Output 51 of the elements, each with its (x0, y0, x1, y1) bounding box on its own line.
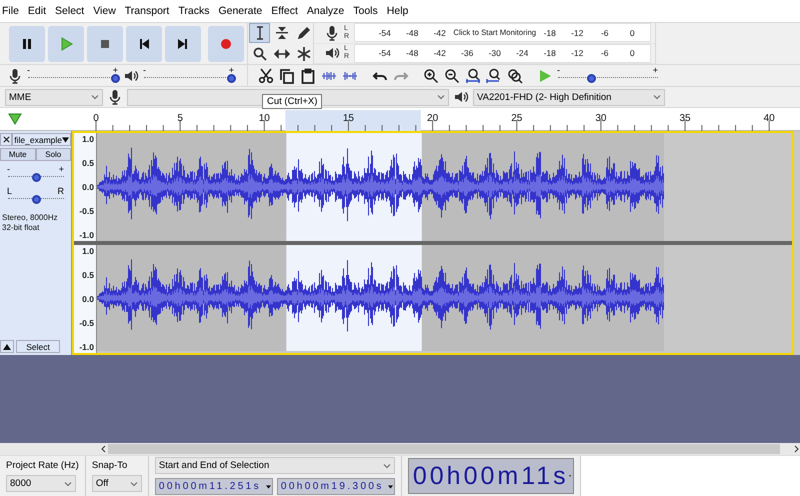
slider-max-label: R (58, 186, 64, 196)
meter-scale-label: -42 (432, 28, 447, 38)
meter-scale-label: 0 (628, 48, 636, 58)
ruler-label: 35 (679, 113, 691, 124)
slider-min-label: - (27, 64, 30, 74)
track-info-text: Stereo, 8000Hz (1, 213, 59, 223)
meter-scale-label: -6 (600, 48, 610, 58)
meter-scale-label: -6 (600, 28, 610, 38)
slider-max-label: + (112, 64, 118, 74)
scale-label: -1.0 (79, 342, 94, 352)
meter-scale-label: -36 (460, 48, 474, 58)
ruler-label: 25 (511, 113, 522, 124)
meter-scale-label: -48 (405, 28, 420, 38)
meter-scale-label: -30 (488, 48, 502, 58)
slider-max-label: + (652, 64, 658, 74)
ruler-label: 0 (93, 113, 99, 124)
ruler-label: 5 (177, 113, 183, 124)
scale-label: -0.5 (79, 206, 94, 216)
meter-scale-label: 0 (628, 28, 636, 38)
slider-min-label: - (143, 64, 146, 74)
scale-label: -1.0 (79, 230, 94, 240)
scale-label: -0.5 (79, 318, 94, 328)
meter-scale-label: -18 (542, 48, 557, 58)
scale-label: 1.0 (82, 246, 94, 256)
slider-min-label: - (557, 64, 560, 74)
scale-label: 1.0 (82, 134, 94, 144)
meter-scale-label: -12 (570, 48, 584, 58)
tooltip: Cut (Ctrl+X) (262, 94, 322, 109)
scale-label: 0.0 (82, 294, 94, 304)
meter-scale-label: -42 (432, 48, 447, 58)
ruler-label: 10 (258, 113, 270, 124)
meter-scale-label: -48 (405, 48, 420, 58)
ruler-label: 40 (764, 113, 775, 124)
meter-scale-label: -54 (378, 48, 392, 58)
ruler-label: 20 (427, 113, 438, 124)
meter-scale-label: -54 (378, 28, 392, 38)
meter-scale-label: -12 (570, 28, 584, 38)
snap-to-label: Snap-To (92, 460, 128, 471)
scale-label: 0.5 (82, 270, 94, 280)
scale-label: 0.5 (82, 158, 94, 168)
ruler-label: 30 (595, 113, 606, 124)
slider-min-label: - (7, 164, 10, 174)
slider-min-label: L (7, 186, 12, 196)
meter-scale-label: -24 (515, 48, 530, 58)
scale-label: 0.0 (82, 182, 94, 192)
slider-max-label: + (58, 164, 64, 174)
track-info-text: 32-bit float (1, 223, 40, 233)
ruler-label: 15 (342, 113, 354, 124)
slider-max-label: + (228, 64, 234, 74)
project-rate-label: Project Rate (Hz) (6, 460, 79, 471)
meter-scale-label: -18 (542, 28, 557, 38)
